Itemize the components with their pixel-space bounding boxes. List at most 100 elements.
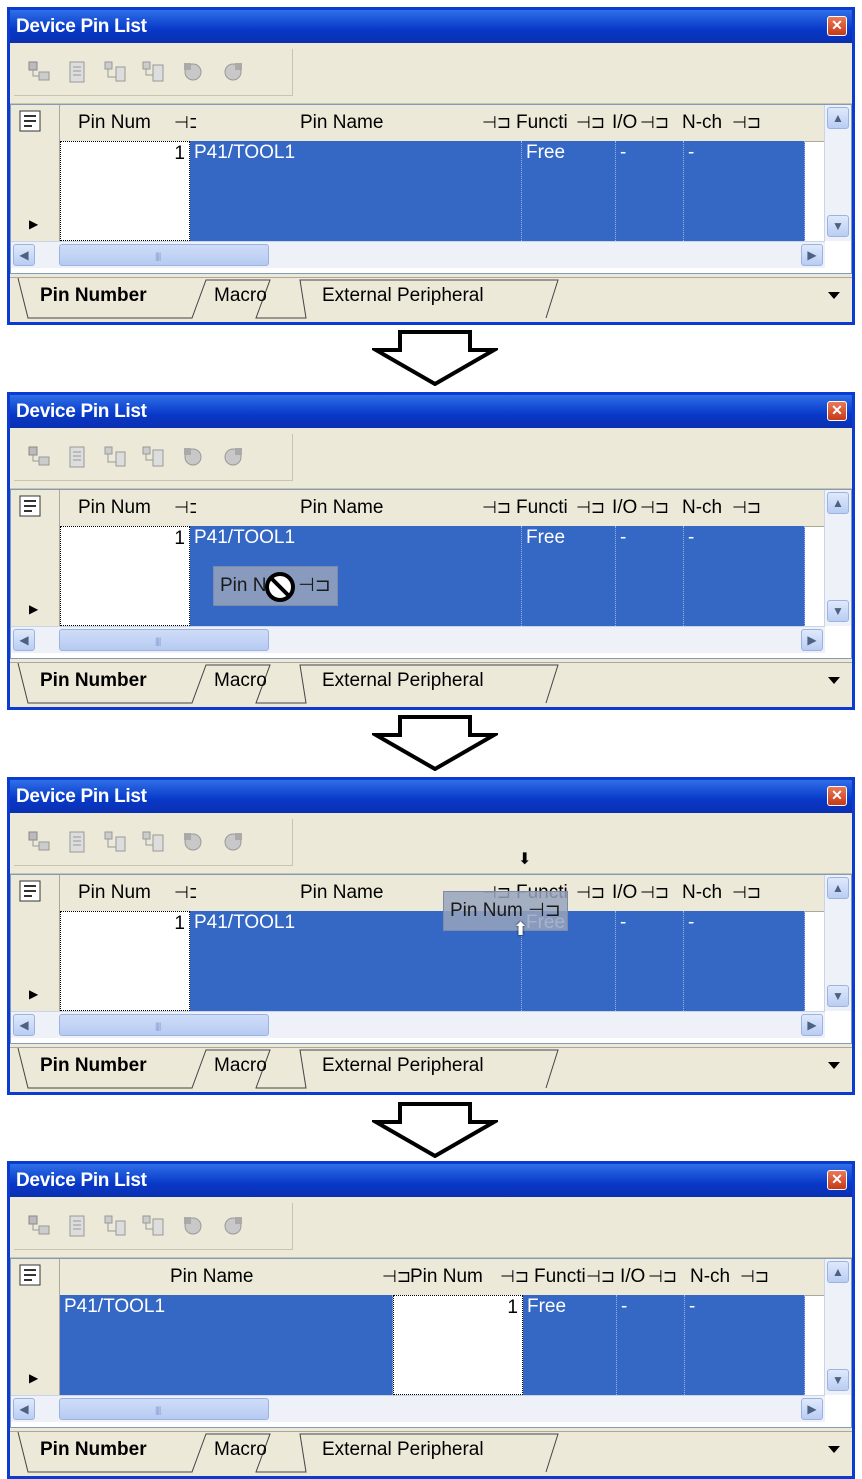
cell-nch[interactable]: -	[684, 911, 805, 1011]
scroll-up-button[interactable]: ▲	[827, 107, 849, 129]
scroll-down-button[interactable]: ▼	[827, 600, 849, 622]
pin-icon[interactable]: ⊣⊐	[740, 1259, 769, 1295]
pin-icon[interactable]: ⊣⊐	[640, 490, 669, 526]
scroll-up-button[interactable]: ▲	[827, 877, 849, 899]
cell-nch[interactable]: -	[684, 141, 805, 241]
scroll-left-button[interactable]: ◀	[13, 629, 35, 651]
pin-icon[interactable]: ⊣⊐	[648, 1259, 677, 1295]
cell-pin-num[interactable]: 1	[393, 1295, 523, 1395]
grid-settings-icon[interactable]	[19, 880, 41, 902]
tab-external-peripheral[interactable]: External Peripheral	[322, 1048, 484, 1086]
title-bar[interactable]: Device Pin List ✕	[10, 395, 852, 428]
horizontal-scrollbar[interactable]: ◀ |||| ▶	[11, 1011, 825, 1038]
pin-icon[interactable]: ⊣⊐	[640, 875, 669, 911]
vertical-scrollbar[interactable]: ▲ ▼	[824, 105, 851, 241]
cell-pin-num[interactable]: 1	[60, 526, 190, 626]
horizontal-scroll-thumb[interactable]: ||||	[59, 629, 269, 651]
view-tree-icon[interactable]	[26, 59, 52, 85]
pin-icon[interactable]: ⊣⊐	[482, 490, 511, 526]
view-tree-icon[interactable]	[26, 829, 52, 855]
gear2-disabled-icon[interactable]	[220, 829, 246, 855]
gear2-disabled-icon[interactable]	[220, 1213, 246, 1239]
scroll-right-button[interactable]: ▶	[801, 244, 823, 266]
tab-external-peripheral[interactable]: External Peripheral	[322, 663, 484, 701]
vertical-scrollbar[interactable]: ▲ ▼	[824, 1259, 851, 1395]
scroll-down-button[interactable]: ▼	[827, 215, 849, 237]
close-button[interactable]: ✕	[827, 1170, 847, 1190]
pin-icon[interactable]: ⊣⊐	[174, 105, 196, 141]
cell-function[interactable]: Free	[522, 526, 616, 626]
collapse-icon[interactable]	[140, 1213, 166, 1239]
tab-menu-chevron-down-icon[interactable]	[828, 292, 840, 299]
collapse-icon[interactable]	[140, 59, 166, 85]
pin-icon[interactable]: ⊣⊐	[732, 875, 761, 911]
cell-pin-num[interactable]: 1	[60, 911, 190, 1011]
horizontal-scrollbar[interactable]: ◀ |||| ▶	[11, 1395, 825, 1422]
expand-icon[interactable]	[102, 1213, 128, 1239]
tab-pin-number[interactable]: Pin Number	[40, 278, 147, 316]
cell-function[interactable]: Free	[523, 1295, 617, 1395]
title-bar[interactable]: Device Pin List ✕	[10, 10, 852, 43]
grid-settings-icon[interactable]	[19, 495, 41, 517]
pin-icon[interactable]: ⊣⊐	[576, 490, 605, 526]
cell-pin-name[interactable]: P41/TOOL1	[60, 1295, 393, 1395]
cell-pin-num[interactable]: 1	[60, 141, 190, 241]
pin-icon[interactable]: ⊣⊐	[640, 105, 669, 141]
gear-disabled-icon[interactable]	[180, 59, 206, 85]
cell-io[interactable]: -	[616, 911, 684, 1011]
pin-icon[interactable]: ⊣⊐	[382, 1259, 411, 1295]
tab-macro[interactable]: Macro	[214, 278, 267, 316]
pin-icon[interactable]: ⊣⊐	[732, 490, 761, 526]
cell-io[interactable]: -	[616, 526, 684, 626]
pin-icon[interactable]: ⊣⊐	[482, 105, 511, 141]
cell-pin-name[interactable]: P41/TOOL1	[190, 141, 522, 241]
close-button[interactable]: ✕	[827, 786, 847, 806]
col-header-pin-name[interactable]: Pin Name	[170, 1259, 370, 1295]
cell-nch[interactable]: -	[685, 1295, 805, 1395]
view-tree-icon[interactable]	[26, 444, 52, 470]
horizontal-scroll-thumb[interactable]: ||||	[59, 1014, 269, 1036]
pin-icon[interactable]: ⊣⊐	[500, 1259, 529, 1295]
title-bar[interactable]: Device Pin List ✕	[10, 780, 852, 813]
close-button[interactable]: ✕	[827, 16, 847, 36]
scroll-up-button[interactable]: ▲	[827, 1261, 849, 1283]
tab-menu-chevron-down-icon[interactable]	[828, 677, 840, 684]
tab-pin-number[interactable]: Pin Number	[40, 1432, 147, 1470]
tab-external-peripheral[interactable]: External Peripheral	[322, 278, 484, 316]
tab-macro[interactable]: Macro	[214, 1432, 267, 1470]
scroll-right-button[interactable]: ▶	[801, 1398, 823, 1420]
horizontal-scrollbar[interactable]: ◀ |||| ▶	[11, 626, 825, 653]
gear2-disabled-icon[interactable]	[220, 444, 246, 470]
gear-disabled-icon[interactable]	[180, 1213, 206, 1239]
scroll-down-button[interactable]: ▼	[827, 985, 849, 1007]
col-header-pin-num[interactable]: Pin Num ⊣⊐	[78, 105, 196, 141]
collapse-icon[interactable]	[140, 444, 166, 470]
pin-icon[interactable]: ⊣⊐	[586, 1259, 615, 1295]
pin-icon[interactable]: ⊣⊐	[576, 105, 605, 141]
pin-icon[interactable]: ⊣⊐	[174, 490, 196, 526]
horizontal-scroll-thumb[interactable]: ||||	[59, 1398, 269, 1420]
col-header-pin-num[interactable]: Pin Num ⊣⊐	[78, 875, 196, 911]
list-icon[interactable]	[64, 829, 90, 855]
scroll-up-button[interactable]: ▲	[827, 492, 849, 514]
scroll-left-button[interactable]: ◀	[13, 1014, 35, 1036]
pin-icon[interactable]: ⊣⊐	[576, 875, 605, 911]
scroll-down-button[interactable]: ▼	[827, 1369, 849, 1391]
horizontal-scrollbar[interactable]: ◀ |||| ▶	[11, 241, 825, 268]
close-button[interactable]: ✕	[827, 401, 847, 421]
cell-io[interactable]: -	[616, 141, 684, 241]
expand-icon[interactable]	[102, 444, 128, 470]
col-header-pin-num[interactable]: Pin Num ⊣⊐	[78, 490, 196, 526]
list-icon[interactable]	[64, 1213, 90, 1239]
vertical-scrollbar[interactable]: ▲ ▼	[824, 875, 851, 1011]
tab-menu-chevron-down-icon[interactable]	[828, 1446, 840, 1453]
cell-nch[interactable]: -	[684, 526, 805, 626]
gear-disabled-icon[interactable]	[180, 444, 206, 470]
scroll-left-button[interactable]: ◀	[13, 1398, 35, 1420]
scroll-right-button[interactable]: ▶	[801, 1014, 823, 1036]
pin-icon[interactable]: ⊣⊐	[174, 875, 196, 911]
list-icon[interactable]	[64, 59, 90, 85]
pin-icon[interactable]: ⊣⊐	[732, 105, 761, 141]
tab-pin-number[interactable]: Pin Number	[40, 1048, 147, 1086]
scroll-right-button[interactable]: ▶	[801, 629, 823, 651]
